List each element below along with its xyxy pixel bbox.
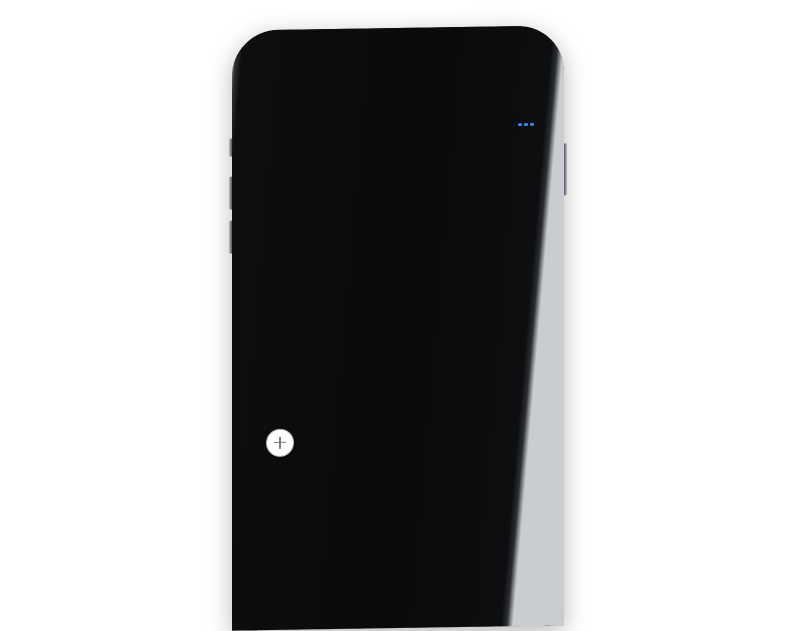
virtual-keyboard: q w e r t y u i o p a s d f g h j k l (258, 458, 545, 631)
message-input-bar (258, 418, 545, 463)
key-k[interactable]: k (474, 505, 497, 537)
battery-status: 100% (486, 91, 538, 105)
key-q[interactable]: q (264, 468, 287, 500)
key-t[interactable]: t (376, 466, 399, 498)
key-v[interactable]: v (390, 548, 413, 580)
key-l[interactable]: l (502, 505, 525, 537)
phone-screen: 9:41 AM 100% Julia (258, 88, 545, 631)
keyboard-row-4: 123 (261, 587, 542, 623)
key-x[interactable]: x (334, 549, 357, 581)
key-m[interactable]: m (474, 546, 497, 578)
key-r[interactable]: r (348, 466, 371, 498)
number-mode-key[interactable]: 123 (261, 591, 290, 623)
more-options-icon[interactable] (518, 123, 534, 127)
keyboard-row-1: q w e r t y u i o p (261, 464, 542, 500)
power-button[interactable] (563, 143, 567, 195)
key-w[interactable]: w (292, 467, 315, 499)
key-s[interactable]: s (306, 508, 329, 540)
key-c[interactable]: c (362, 548, 385, 580)
key-j[interactable]: j (446, 506, 469, 538)
mute-switch[interactable] (229, 139, 233, 157)
volume-down-button[interactable] (229, 221, 233, 254)
shift-icon[interactable] (268, 550, 301, 583)
key-h[interactable]: h (418, 506, 441, 538)
message-bubble-incoming: Hey, What's up! How are you feeling this… (270, 157, 482, 208)
volume-up-button[interactable] (229, 177, 233, 210)
battery-percent-label: 100% (486, 93, 510, 104)
message-input[interactable] (301, 424, 545, 456)
microphone-icon[interactable] (330, 590, 355, 622)
key-n[interactable]: n (446, 547, 469, 579)
conversation-thread: Hey, What's up! How are you feeling this… (258, 142, 545, 423)
earpiece-speaker-icon (369, 65, 429, 71)
key-g[interactable]: g (390, 507, 413, 539)
space-key[interactable]: space (361, 588, 476, 622)
phone-device: 9:41 AM 100% Julia (232, 25, 564, 630)
keyboard-row-2: a s d f g h j k l (261, 505, 542, 541)
key-y[interactable]: y (404, 466, 427, 498)
globe-icon[interactable] (296, 590, 325, 622)
keyboard-row-3: z x c v b n m (261, 546, 542, 582)
key-f[interactable]: f (362, 507, 385, 539)
key-o[interactable]: o (488, 464, 511, 496)
key-e[interactable]: e (320, 467, 343, 499)
key-i[interactable]: i (460, 465, 483, 497)
key-p[interactable]: p (516, 464, 539, 496)
key-d[interactable]: d (334, 508, 357, 540)
key-z[interactable]: z (306, 549, 329, 581)
page-title: Julia (258, 117, 545, 137)
key-a[interactable]: a (278, 509, 301, 541)
key-u[interactable]: u (432, 465, 455, 497)
navigation-bar: Julia (258, 108, 545, 147)
search-key[interactable]: Search (482, 587, 542, 620)
key-b[interactable]: b (418, 547, 441, 579)
backspace-icon[interactable] (502, 546, 535, 579)
message-row: Hey, What's up! How are you feeling this… (258, 156, 545, 209)
plus-icon[interactable] (266, 428, 294, 456)
battery-icon (514, 91, 538, 104)
